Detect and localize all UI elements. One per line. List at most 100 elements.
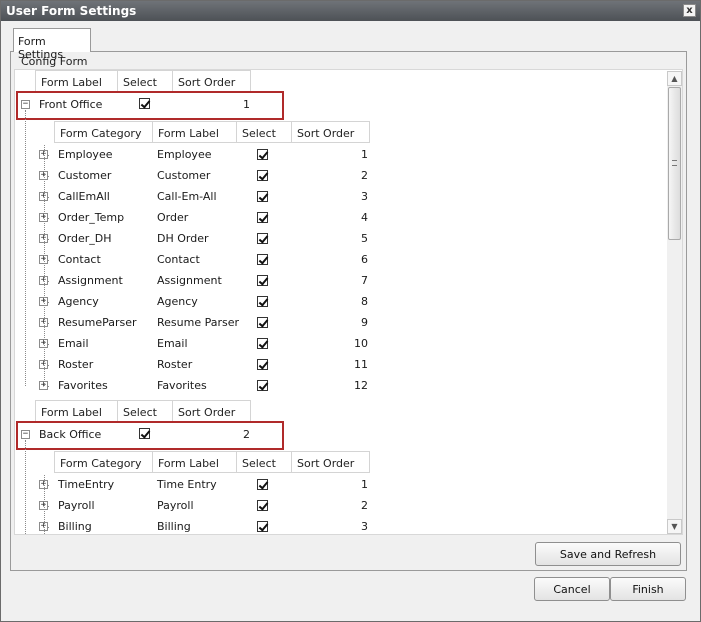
scroll-up-arrow-icon[interactable]: ▲ bbox=[667, 71, 682, 86]
row-form-label: Favorites bbox=[157, 379, 207, 392]
row-sort-order: 1 bbox=[361, 148, 368, 161]
row-sort-order: 3 bbox=[361, 190, 368, 203]
group-select-checkbox[interactable] bbox=[139, 428, 150, 439]
window-title: User Form Settings bbox=[6, 4, 137, 18]
outer-header-sort-order: Sort Order bbox=[172, 70, 251, 92]
row-form-label: Order bbox=[157, 211, 189, 224]
group-sort-order: 1 bbox=[243, 98, 250, 111]
save-and-refresh-button[interactable]: Save and Refresh bbox=[535, 542, 681, 566]
row-form-label: Assignment bbox=[157, 274, 222, 287]
cancel-button[interactable]: Cancel bbox=[534, 577, 610, 601]
tree-connector-line bbox=[44, 475, 45, 534]
tree-connector-line bbox=[25, 110, 26, 386]
row-select-checkbox[interactable] bbox=[257, 149, 268, 160]
grip-icon bbox=[672, 160, 677, 166]
row-form-category[interactable]: Contact bbox=[58, 253, 101, 266]
row-form-category[interactable]: Payroll bbox=[58, 499, 95, 512]
form-settings-panel: Config Form Form Label Select Sort Order − F… bbox=[10, 51, 687, 571]
row-form-category[interactable]: Billing bbox=[58, 520, 92, 533]
row-form-label: Billing bbox=[157, 520, 191, 533]
tab-form-settings[interactable]: Form Settings bbox=[13, 28, 91, 61]
row-select-checkbox[interactable] bbox=[257, 296, 268, 307]
scroll-down-arrow-icon[interactable]: ▼ bbox=[667, 519, 682, 534]
row-sort-order: 10 bbox=[354, 337, 368, 350]
group-name[interactable]: Back Office bbox=[39, 428, 101, 441]
row-sort-order: 7 bbox=[361, 274, 368, 287]
row-form-category[interactable]: Favorites bbox=[58, 379, 108, 392]
row-form-label: Email bbox=[157, 337, 188, 350]
row-select-checkbox[interactable] bbox=[257, 359, 268, 370]
row-form-category[interactable]: CallEmAll bbox=[58, 190, 110, 203]
tree-connector-line bbox=[44, 145, 45, 386]
row-form-label: Call-Em-All bbox=[157, 190, 217, 203]
row-form-label: Customer bbox=[157, 169, 211, 182]
row-select-checkbox[interactable] bbox=[257, 191, 268, 202]
row-select-checkbox[interactable] bbox=[257, 254, 268, 265]
close-icon[interactable]: x bbox=[683, 4, 696, 17]
row-sort-order: 2 bbox=[361, 169, 368, 182]
row-select-checkbox[interactable] bbox=[257, 275, 268, 286]
collapse-icon[interactable]: − bbox=[21, 100, 30, 109]
row-form-category[interactable]: ResumeParser bbox=[58, 316, 137, 329]
outer-header-select: Select bbox=[117, 70, 173, 92]
row-select-checkbox[interactable] bbox=[257, 338, 268, 349]
row-form-label: Roster bbox=[157, 358, 193, 371]
row-select-checkbox[interactable] bbox=[257, 170, 268, 181]
row-select-checkbox[interactable] bbox=[257, 521, 268, 532]
row-sort-order: 11 bbox=[354, 358, 368, 371]
row-form-label: Resume Parser bbox=[157, 316, 240, 329]
row-sort-order: 9 bbox=[361, 316, 368, 329]
row-select-checkbox[interactable] bbox=[257, 500, 268, 511]
row-form-label: Agency bbox=[157, 295, 198, 308]
row-form-category[interactable]: Employee bbox=[58, 148, 112, 161]
row-select-checkbox[interactable] bbox=[257, 479, 268, 490]
row-form-label: Contact bbox=[157, 253, 200, 266]
title-bar[interactable]: User Form Settings x bbox=[1, 1, 700, 21]
outer-header-form-label: Form Label bbox=[35, 400, 118, 422]
row-select-checkbox[interactable] bbox=[257, 233, 268, 244]
row-form-label: Payroll bbox=[157, 499, 194, 512]
scrollbar-thumb[interactable] bbox=[668, 87, 681, 240]
row-form-category[interactable]: Roster bbox=[58, 358, 93, 371]
row-form-category[interactable]: Customer bbox=[58, 169, 111, 182]
outer-header-form-label: Form Label bbox=[35, 70, 118, 92]
row-form-label: DH Order bbox=[157, 232, 209, 245]
row-form-category[interactable]: Order_DH bbox=[58, 232, 112, 245]
inner-header-form-label: Form Label bbox=[152, 451, 237, 473]
inner-header-sort-order: Sort Order bbox=[291, 121, 370, 143]
inner-header-select: Select bbox=[236, 451, 292, 473]
row-sort-order: 4 bbox=[361, 211, 368, 224]
tree-connector-line bbox=[25, 440, 26, 534]
inner-header-form-category: Form Category bbox=[54, 451, 153, 473]
row-form-category[interactable]: Email bbox=[58, 337, 89, 350]
group-select-checkbox[interactable] bbox=[139, 98, 150, 109]
row-select-checkbox[interactable] bbox=[257, 212, 268, 223]
row-form-category[interactable]: TimeEntry bbox=[58, 478, 114, 491]
inner-header-sort-order: Sort Order bbox=[291, 451, 370, 473]
row-sort-order: 5 bbox=[361, 232, 368, 245]
config-form-tree: Form Label Select Sort Order − Front Office 1… bbox=[14, 69, 683, 535]
finish-button[interactable]: Finish bbox=[610, 577, 686, 601]
group-name[interactable]: Front Office bbox=[39, 98, 102, 111]
inner-header-form-category: Form Category bbox=[54, 121, 153, 143]
row-sort-order: 1 bbox=[361, 478, 368, 491]
outer-header-select: Select bbox=[117, 400, 173, 422]
group-sort-order: 2 bbox=[243, 428, 250, 441]
inner-header-select: Select bbox=[236, 121, 292, 143]
row-select-checkbox[interactable] bbox=[257, 317, 268, 328]
row-form-label: Time Entry bbox=[157, 478, 217, 491]
row-sort-order: 6 bbox=[361, 253, 368, 266]
inner-header-form-label: Form Label bbox=[152, 121, 237, 143]
row-form-category[interactable]: Agency bbox=[58, 295, 99, 308]
user-form-settings-window: User Form Settings x Form Settings Confi… bbox=[0, 0, 701, 622]
row-form-category[interactable]: Assignment bbox=[58, 274, 123, 287]
row-select-checkbox[interactable] bbox=[257, 380, 268, 391]
row-sort-order: 3 bbox=[361, 520, 368, 533]
collapse-icon[interactable]: − bbox=[21, 430, 30, 439]
vertical-scrollbar[interactable]: ▲ ▼ bbox=[667, 71, 682, 534]
row-sort-order: 12 bbox=[354, 379, 368, 392]
row-form-category[interactable]: Order_Temp bbox=[58, 211, 124, 224]
outer-header-sort-order: Sort Order bbox=[172, 400, 251, 422]
row-form-label: Employee bbox=[157, 148, 212, 161]
row-sort-order: 2 bbox=[361, 499, 368, 512]
